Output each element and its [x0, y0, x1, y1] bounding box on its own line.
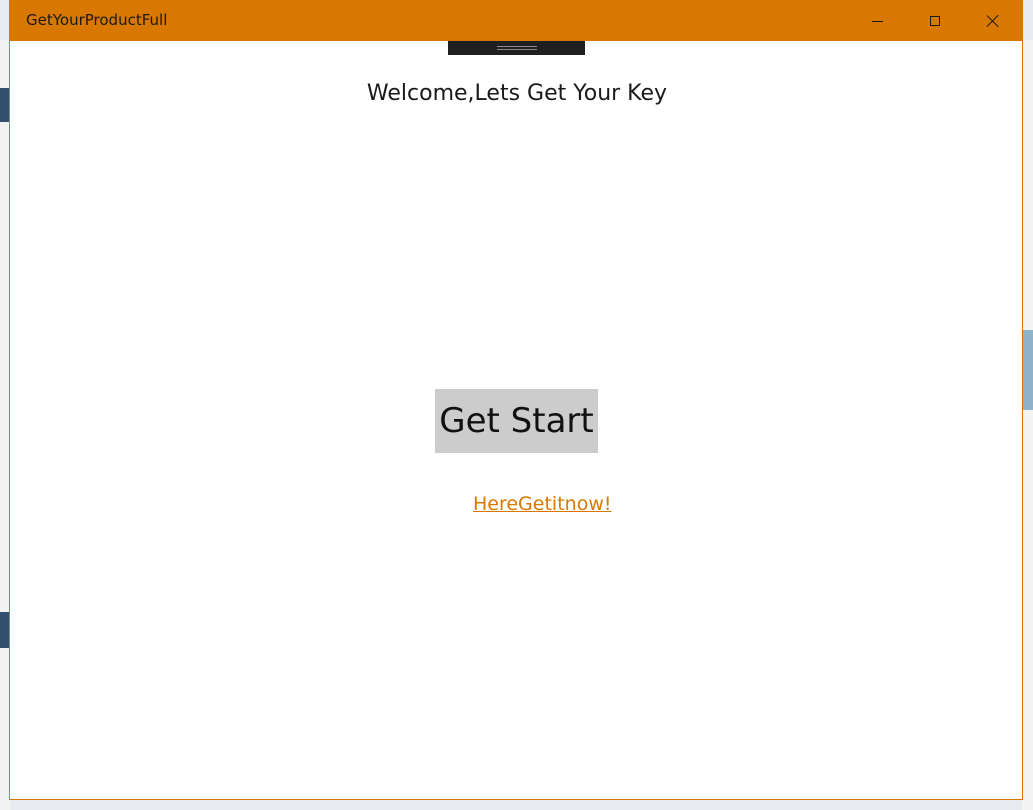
- background-window-right: [1022, 40, 1033, 810]
- welcome-heading: Welcome,Lets Get Your Key: [366, 81, 668, 106]
- maximize-button[interactable]: [906, 1, 964, 41]
- title-bar[interactable]: GetYourProductFull: [10, 1, 1022, 41]
- minimize-button[interactable]: [848, 1, 906, 41]
- window-title: GetYourProductFull: [26, 11, 168, 29]
- get-start-button[interactable]: Get Start: [435, 389, 598, 453]
- maximize-icon: [930, 16, 940, 26]
- background-band: [1022, 330, 1033, 410]
- minimize-icon: [871, 20, 883, 22]
- close-icon: [986, 14, 1000, 28]
- close-button[interactable]: [964, 1, 1022, 41]
- app-window: GetYourProductFull Welcome,Lets Get Your…: [9, 0, 1023, 800]
- grip-icon: [496, 46, 537, 50]
- get-it-now-link[interactable]: HereGetitnow!: [473, 493, 611, 515]
- debug-toolbar-handle[interactable]: [448, 41, 585, 55]
